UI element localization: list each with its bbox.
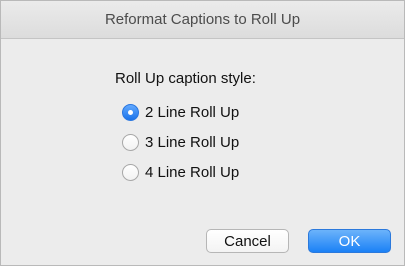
cancel-button[interactable]: Cancel <box>206 229 289 253</box>
caption-style-prompt: Roll Up caption style: <box>115 70 256 87</box>
reformat-dialog: Reformat Captions to Roll Up Roll Up cap… <box>0 0 405 266</box>
radio-option-2-line[interactable]: 2 Line Roll Up <box>122 101 239 123</box>
title-bar[interactable]: Reformat Captions to Roll Up <box>1 1 404 39</box>
radio-button-3-line[interactable] <box>122 133 139 151</box>
radio-option-3-line[interactable]: 3 Line Roll Up <box>122 131 239 153</box>
radio-option-4-line[interactable]: 4 Line Roll Up <box>122 161 239 183</box>
radio-label-3-line: 3 Line Roll Up <box>145 133 240 151</box>
ok-button[interactable]: OK <box>308 229 391 253</box>
radio-label-2-line: 2 Line Roll Up <box>145 103 240 121</box>
dialog-title: Reformat Captions to Roll Up <box>104 11 301 28</box>
radio-label-4-line: 4 Line Roll Up <box>145 163 240 181</box>
radio-button-2-line[interactable] <box>122 103 139 121</box>
radio-button-4-line[interactable] <box>122 163 139 181</box>
